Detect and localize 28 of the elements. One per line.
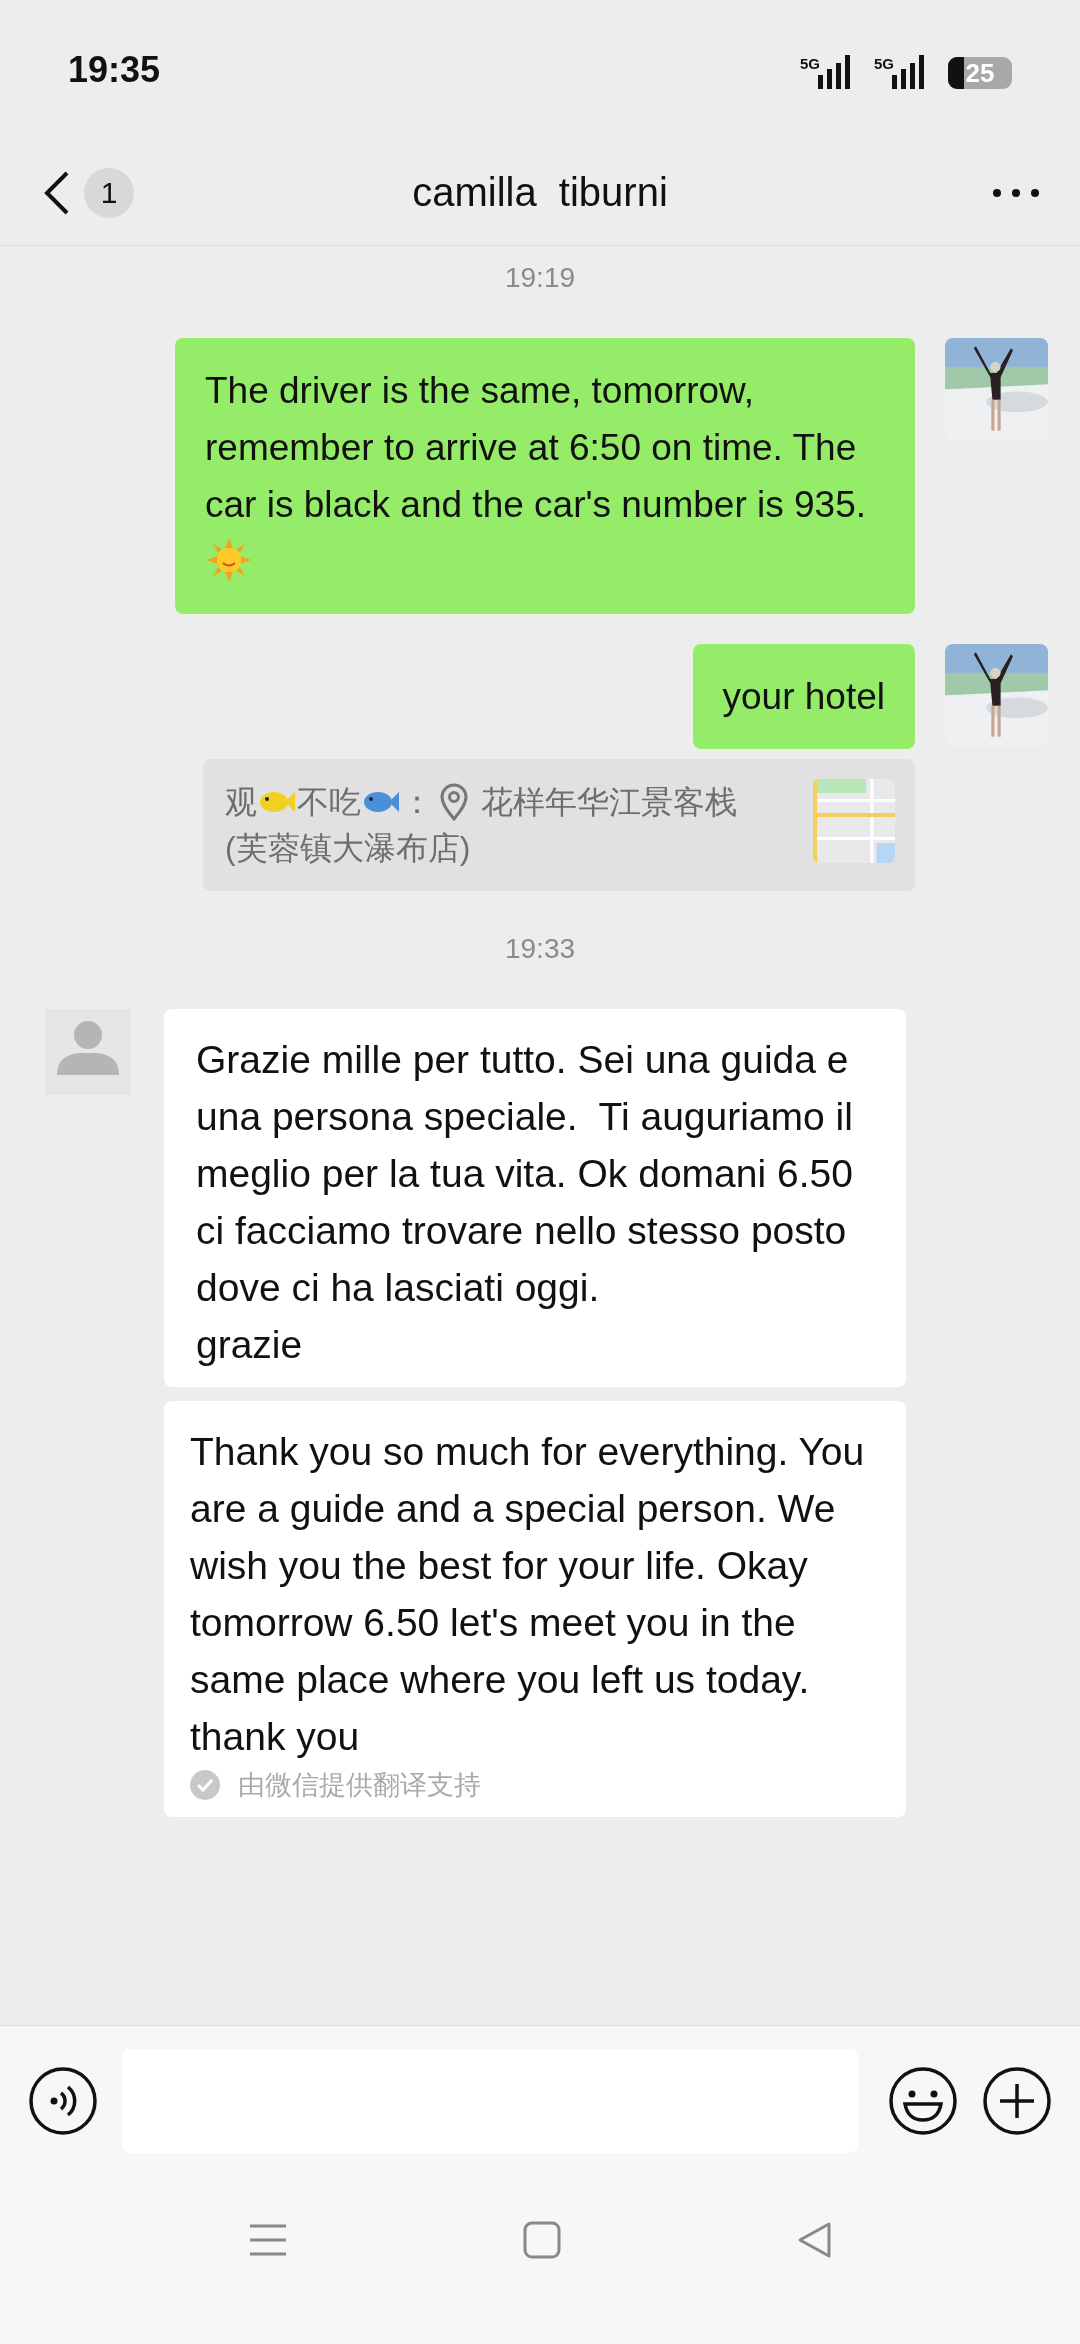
chat-title: camilla tiburni [412,170,668,215]
check-circle-icon [190,1770,220,1800]
battery-icon: 25 [948,57,1012,89]
quote-location-text: (芙蓉镇大瀑布店) [225,829,471,868]
home-icon[interactable] [523,2221,561,2259]
message-text: Grazie mille per tutto. Sei una guida e una persona speciale. Ti auguriamo il meglio per la tua vita. Ok domani 6.50 ci facciamo trovare nello stesso posto dove ci ha lasciati oggi. grazie [196,1037,854,1368]
message-text: Thank you so much for everything. You are a guide and a special person. We wish you the best for your life. Okay tomorrow 6.50 let's meet you in the same place where you left us today. thank you [190,1429,866,1760]
location-pin-icon [439,783,469,821]
voice-icon[interactable] [28,2066,98,2136]
sent-message-bubble: your hotel [692,644,915,749]
back-triangle-icon[interactable] [796,2221,833,2259]
plus-icon[interactable] [982,2066,1052,2136]
quote-sender-text: ： [401,783,433,822]
quote-sender-text: 不吃 [297,783,361,822]
menu-icon[interactable] [247,2222,288,2258]
quoted-location-card[interactable]: 观 不吃 ： 花样年华江景客栈 (芙蓉镇大瀑布店) [203,759,915,891]
timestamp: 19:19 [504,262,576,294]
emoji-icon[interactable] [888,2066,958,2136]
sent-message-bubble: The driver is the same, tomorrow, remember to arrive at 6:50 on time. The car is black and the car's number is 935. [175,338,915,614]
default-avatar-icon [45,1009,131,1095]
timestamp: 19:33 [504,933,576,965]
unread-count-badge: 1 [84,167,134,218]
status-time: 19:35 [68,49,161,91]
quote-sender-text: 观 [225,783,257,822]
translation-credit: 由微信提供翻译支持 [238,1769,481,1802]
quote-location-text: 花样年华江景客栈 [481,783,737,822]
more-icon[interactable] [992,187,1040,198]
back-icon[interactable] [44,170,70,215]
